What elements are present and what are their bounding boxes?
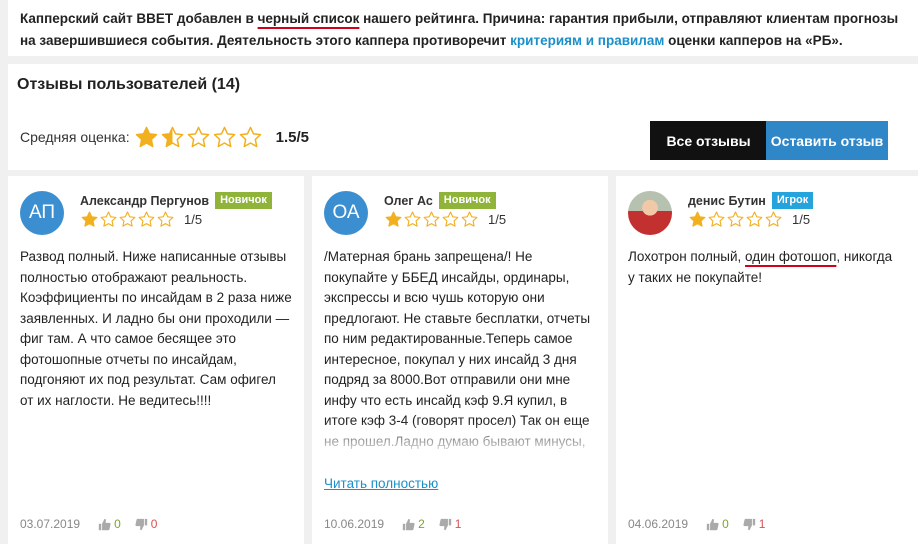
review-footer: 04.06.2019 0 1	[628, 517, 779, 531]
review-rating: 1/5	[689, 211, 810, 228]
avatar[interactable]: АП	[20, 191, 64, 235]
star-full-icon	[81, 211, 98, 227]
thumbs-up-icon	[706, 518, 719, 530]
star-empty-icon	[119, 211, 136, 227]
reviews-summary: Отзывы пользователей (14) Средняя оценка…	[8, 64, 918, 170]
leave-review-button[interactable]: Оставить отзыв	[766, 121, 888, 160]
text-fade	[324, 421, 596, 463]
thumbs-up-icon	[98, 518, 111, 530]
like-count: 0	[114, 517, 121, 531]
star-empty-icon	[746, 211, 763, 227]
notice-text-1: Капперский сайт BBET добавлен в	[20, 11, 258, 26]
dislike-button[interactable]: 1	[743, 517, 766, 531]
avatar[interactable]: ОА	[324, 191, 368, 235]
rating-value: 1/5	[488, 212, 507, 227]
star-empty-icon	[157, 211, 174, 227]
user-level-badge: Игрок	[771, 192, 814, 209]
thumbs-down-icon	[743, 518, 755, 530]
review-rating: 1/5	[81, 211, 202, 228]
average-rating: Средняя оценка: 1.5/5	[20, 124, 309, 150]
star-empty-icon	[423, 211, 440, 227]
notice-blacklist-highlight: черный список	[257, 11, 360, 26]
all-reviews-button[interactable]: Все отзывы	[650, 121, 767, 160]
average-rating-label: Средняя оценка:	[20, 129, 130, 145]
star-empty-icon	[442, 211, 459, 227]
rating-stars	[689, 211, 782, 228]
star-full-icon	[135, 126, 157, 147]
review-footer: 10.06.2019 2 1	[324, 517, 475, 531]
thumbs-down-icon	[439, 518, 451, 530]
like-button[interactable]: 0	[706, 517, 729, 531]
dislike-count: 1	[758, 517, 766, 531]
average-rating-stars	[135, 126, 262, 149]
review-date: 04.06.2019	[628, 517, 689, 531]
review-card: АП Александр Пергунов Новичок 1/5 Развод…	[8, 176, 304, 544]
star-empty-icon	[404, 211, 421, 227]
star-half-icon	[161, 126, 183, 147]
like-count: 2	[418, 517, 425, 531]
like-button[interactable]: 2	[402, 517, 425, 531]
thumbs-up-icon	[402, 518, 415, 530]
dislike-count: 0	[150, 517, 158, 531]
review-author: денис Бутин Игрок	[688, 192, 814, 209]
reviews-title: Отзывы пользователей (14)	[17, 76, 241, 93]
review-text-part-1: Лохотрон полный,	[628, 249, 746, 264]
star-empty-icon	[100, 211, 117, 227]
star-empty-icon	[187, 126, 209, 147]
avatar-photo[interactable]	[628, 191, 672, 235]
review-card: ОА Олег Ас Новичок 1/5 /Матерная брань з…	[312, 176, 608, 544]
average-rating-score: 1.5/5	[275, 128, 309, 146]
rating-value: 1/5	[792, 212, 811, 227]
criteria-link[interactable]: критериям и правилам	[510, 33, 664, 48]
thumbs-down-icon	[135, 518, 147, 530]
rating-stars	[385, 211, 478, 228]
review-rating: 1/5	[385, 211, 506, 228]
dislike-button[interactable]: 0	[135, 517, 158, 531]
notice-text-3: оценки капперов на «РБ».	[664, 33, 843, 48]
review-author: Олег Ас Новичок	[384, 192, 496, 209]
star-empty-icon	[213, 126, 235, 147]
user-level-badge: Новичок	[438, 192, 496, 209]
star-full-icon	[689, 211, 706, 227]
rating-value: 1/5	[184, 212, 203, 227]
review-text: Развод полный. Ниже написанные отзывы по…	[20, 249, 292, 408]
review-text-highlight: один фотошоп	[745, 249, 837, 264]
author-name[interactable]: денис Бутин	[688, 194, 766, 208]
rating-stars	[81, 211, 174, 228]
dislike-count: 1	[454, 517, 462, 531]
review-footer: 03.07.2019 0 0	[20, 517, 171, 531]
read-more-link[interactable]: Читать полностью	[324, 476, 438, 491]
review-author: Александр Пергунов Новичок	[80, 192, 272, 209]
star-full-icon	[385, 211, 402, 227]
star-empty-icon	[765, 211, 782, 227]
star-empty-icon	[138, 211, 155, 227]
review-date: 03.07.2019	[20, 517, 81, 531]
like-count: 0	[722, 517, 729, 531]
blacklist-notice: Капперский сайт BBET добавлен в черный с…	[8, 0, 918, 56]
like-button[interactable]: 0	[98, 517, 121, 531]
star-empty-icon	[727, 211, 744, 227]
star-empty-icon	[239, 126, 261, 147]
star-empty-icon	[708, 211, 725, 227]
author-name[interactable]: Александр Пергунов	[80, 194, 209, 208]
star-empty-icon	[461, 211, 478, 227]
review-text: Лохотрон полный, один фотошоп, никогда у…	[628, 247, 900, 288]
review-date: 10.06.2019	[324, 517, 385, 531]
user-level-badge: Новичок	[215, 192, 272, 209]
review-card: денис Бутин Игрок 1/5 Лохотрон полный, о…	[616, 176, 918, 544]
dislike-button[interactable]: 1	[439, 517, 462, 531]
author-name[interactable]: Олег Ас	[384, 194, 433, 208]
